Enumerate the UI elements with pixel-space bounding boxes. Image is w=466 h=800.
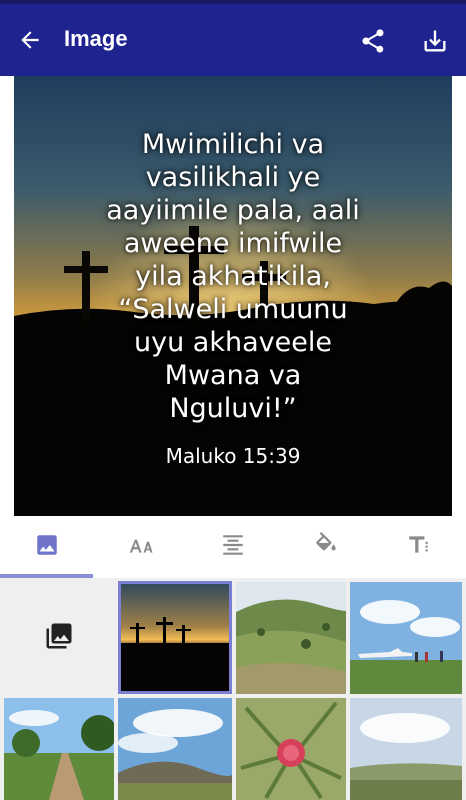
share-icon[interactable] — [356, 24, 390, 58]
text-size-icon — [127, 532, 153, 562]
photo-picker-button[interactable] — [4, 582, 114, 694]
tab-image[interactable] — [0, 516, 93, 578]
gallery-tile-hills-clouds[interactable] — [118, 698, 232, 800]
verse-text: Mwimilichi va vasilikhali ye aayiimile p… — [106, 129, 360, 424]
gallery-tile-green-hills[interactable] — [236, 582, 346, 694]
arrow-back-icon[interactable] — [14, 24, 46, 56]
align-center-icon — [220, 532, 246, 562]
verse-reference: Maluko 15:39 — [165, 444, 301, 468]
text-format-icon — [406, 532, 432, 562]
background-gallery — [0, 578, 466, 800]
tab-font[interactable] — [372, 516, 465, 578]
tab-text-size[interactable] — [93, 516, 186, 578]
gallery-tile-landscape-clouds[interactable] — [350, 698, 462, 800]
gallery-tile-crosses-sunset[interactable] — [118, 581, 232, 694]
app-bar: Image — [0, 4, 466, 76]
gallery-tile-dirt-road-trees[interactable] — [4, 698, 114, 800]
download-icon[interactable] — [418, 24, 452, 58]
editor-tabs — [0, 516, 466, 578]
paint-bucket-icon — [313, 532, 339, 562]
tab-align[interactable] — [186, 516, 279, 578]
image-icon — [34, 532, 60, 562]
verse-image-canvas[interactable]: Mwimilichi va vasilikhali ye aayiimile p… — [14, 76, 452, 516]
preview-area: Mwimilichi va vasilikhali ye aayiimile p… — [0, 76, 466, 516]
gallery-tile-airplane-field[interactable] — [350, 582, 462, 694]
page-title: Image — [64, 26, 128, 51]
tab-color[interactable] — [279, 516, 372, 578]
gallery-tile-red-flower[interactable] — [236, 698, 346, 800]
photo-library-icon — [44, 621, 74, 655]
